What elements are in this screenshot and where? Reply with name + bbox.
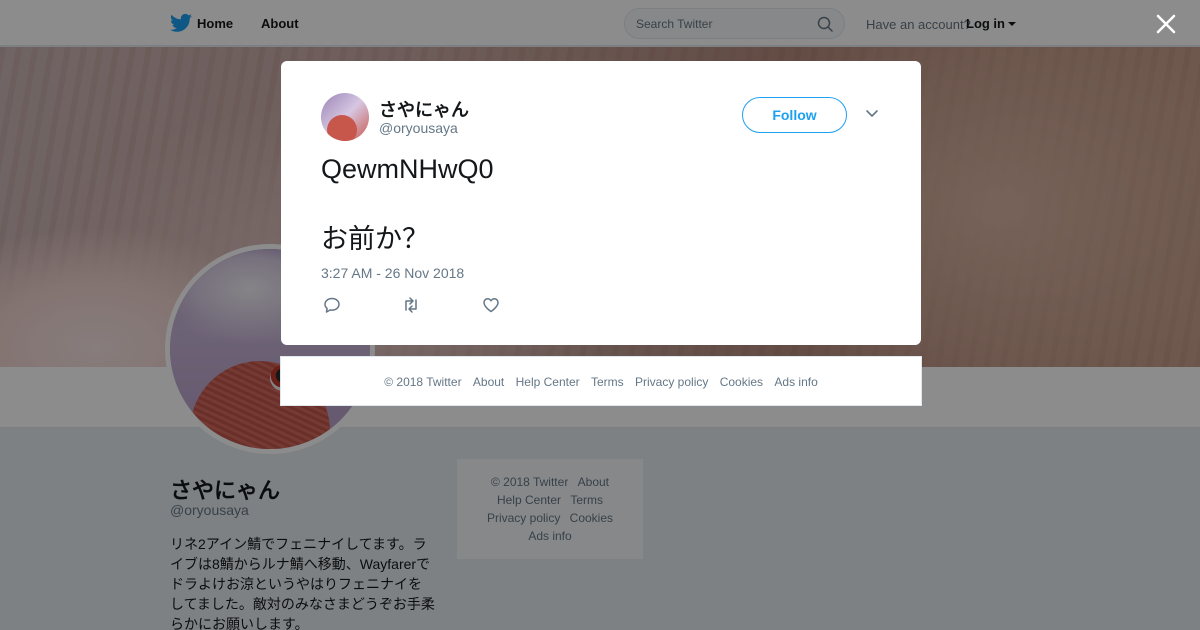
tweet-timestamp[interactable]: 3:27 AM - 26 Nov 2018 xyxy=(321,265,464,281)
modal-footer-terms-link[interactable]: Terms xyxy=(591,375,624,389)
modal-footer-cookies-link[interactable]: Cookies xyxy=(720,375,763,389)
modal-footer: © 2018 Twitter About Help Center Terms P… xyxy=(280,356,922,406)
retweet-icon[interactable] xyxy=(402,296,420,314)
close-icon[interactable] xyxy=(1155,13,1177,35)
modal-footer-copyright: © 2018 Twitter xyxy=(384,375,462,389)
tweet-author-handle[interactable]: @oryousaya xyxy=(379,120,458,136)
follow-button[interactable]: Follow xyxy=(742,97,847,133)
tweet-author-avatar[interactable] xyxy=(321,93,369,141)
like-icon[interactable] xyxy=(482,296,500,314)
reply-icon[interactable] xyxy=(323,296,341,314)
modal-footer-privacy-link[interactable]: Privacy policy xyxy=(635,375,708,389)
tweet-author-name[interactable]: さやにゃん xyxy=(379,96,469,122)
tweet-modal: さやにゃん @oryousaya Follow QewmNHwQ0 お前か？ 3… xyxy=(281,61,921,345)
tweet-text-line-1: QewmNHwQ0 xyxy=(321,154,494,184)
modal-footer-help-center-link[interactable]: Help Center xyxy=(516,375,580,389)
modal-footer-ads-info-link[interactable]: Ads info xyxy=(774,375,817,389)
tweet-text-line-2: お前か？ xyxy=(321,224,429,254)
modal-footer-about-link[interactable]: About xyxy=(473,375,504,389)
chevron-down-icon[interactable] xyxy=(865,109,879,119)
